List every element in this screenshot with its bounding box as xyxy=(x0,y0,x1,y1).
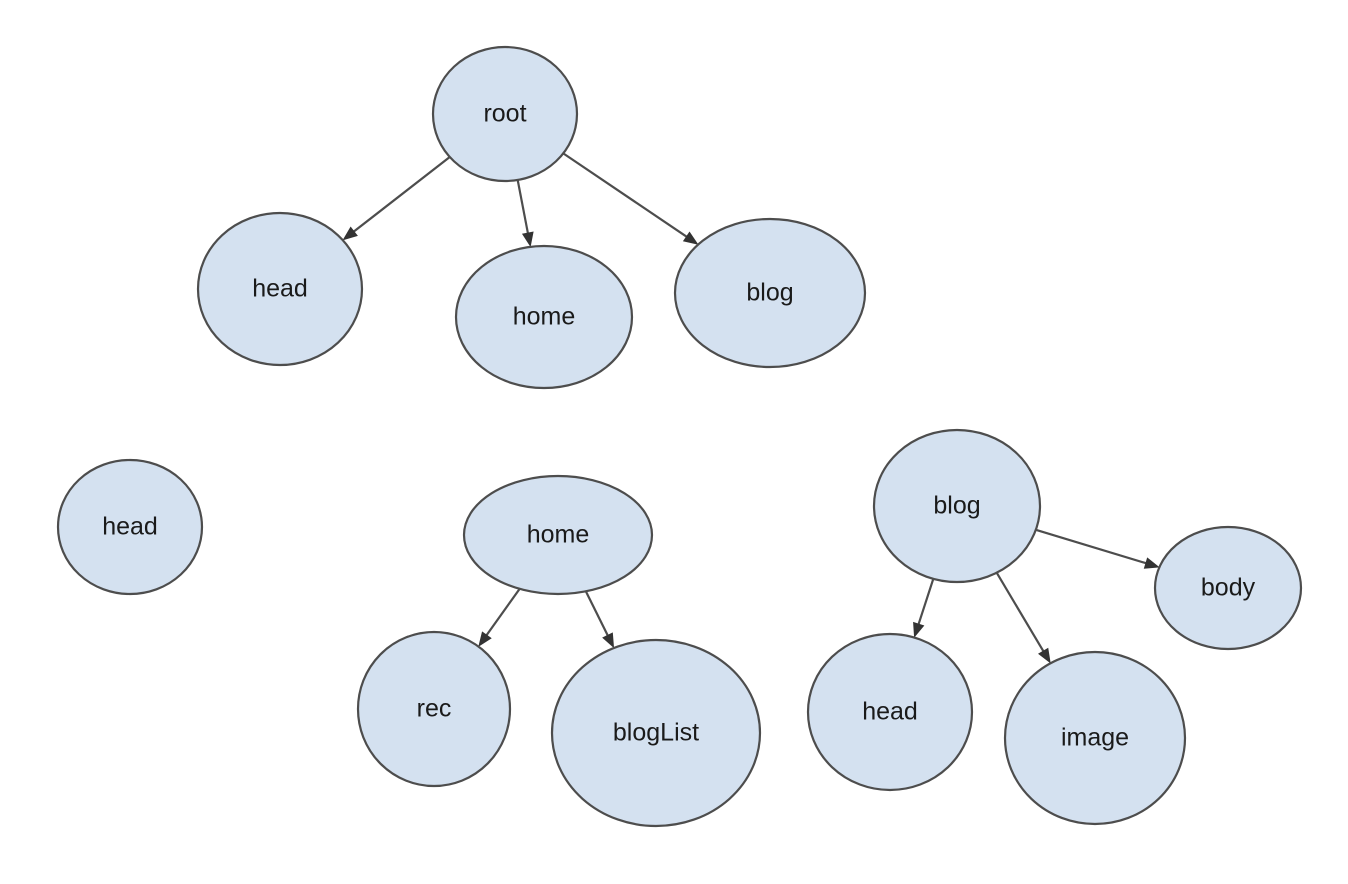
graph-node-body[interactable]: body xyxy=(1153,525,1303,651)
graph-edge-blog-body xyxy=(1035,528,1160,569)
node-ellipse[interactable] xyxy=(196,211,364,367)
graph-edge-home-bloglist xyxy=(584,590,615,649)
graph-node-root[interactable]: root xyxy=(431,45,579,183)
edge-line xyxy=(516,179,529,234)
node-ellipse[interactable] xyxy=(431,45,579,183)
edge-line xyxy=(917,578,935,625)
arrowhead-icon xyxy=(602,632,615,649)
graph-edge-home-rec xyxy=(478,588,521,647)
graph-node-bloglist[interactable]: blogList xyxy=(550,638,762,828)
node-ellipse[interactable] xyxy=(550,638,762,828)
edge-line xyxy=(485,588,521,636)
nodes-layer: rootheadhomebloghead homerecblogListblogh… xyxy=(56,45,1303,828)
graph-edge-root-head xyxy=(342,156,451,241)
graph-node-home_top[interactable]: home xyxy=(454,244,634,390)
arrowhead-icon xyxy=(1143,557,1160,569)
edge-line xyxy=(562,152,688,238)
node-ellipse[interactable] xyxy=(462,474,654,596)
arrowhead-icon xyxy=(913,621,925,638)
graph-edge-blog-head xyxy=(913,578,935,638)
node-ellipse[interactable] xyxy=(872,428,1042,584)
graph-edge-blog-image xyxy=(995,572,1051,664)
node-ellipse[interactable] xyxy=(356,630,512,788)
graph-node-rec[interactable]: rec xyxy=(356,630,512,788)
graph-canvas: rootheadhomebloghead homerecblogListblogh… xyxy=(56,45,1303,828)
graph-node-image[interactable]: image xyxy=(1003,650,1187,826)
arrowhead-icon xyxy=(1038,647,1051,664)
graph-diagram: root head home blog head home rec blogList blog h… xyxy=(0,0,1348,884)
edge-line xyxy=(353,156,451,233)
arrowhead-icon xyxy=(682,231,699,245)
graph-node-blog_top[interactable]: blog xyxy=(673,217,867,369)
node-ellipse[interactable] xyxy=(454,244,634,390)
node-ellipse[interactable] xyxy=(56,458,204,596)
node-ellipse[interactable] xyxy=(1153,525,1303,651)
node-ellipse[interactable] xyxy=(1003,650,1187,826)
node-ellipse[interactable] xyxy=(673,217,867,369)
node-ellipse[interactable] xyxy=(806,632,974,792)
arrowhead-icon xyxy=(478,631,492,647)
graph-edge-root-home xyxy=(516,179,534,248)
edge-line xyxy=(584,590,609,636)
graph-node-home_mid[interactable]: home xyxy=(462,474,654,596)
graph-edge-root-blog xyxy=(562,152,699,245)
graph-node-head_top[interactable]: head xyxy=(196,211,364,367)
edge-line xyxy=(1035,528,1147,565)
graph-node-head_iso[interactable]: head xyxy=(56,458,204,596)
edge-line xyxy=(995,572,1045,652)
graph-node-head_right[interactable]: head xyxy=(806,632,974,792)
arrowhead-icon xyxy=(521,231,534,248)
graph-node-blog_right[interactable]: blog xyxy=(872,428,1042,584)
